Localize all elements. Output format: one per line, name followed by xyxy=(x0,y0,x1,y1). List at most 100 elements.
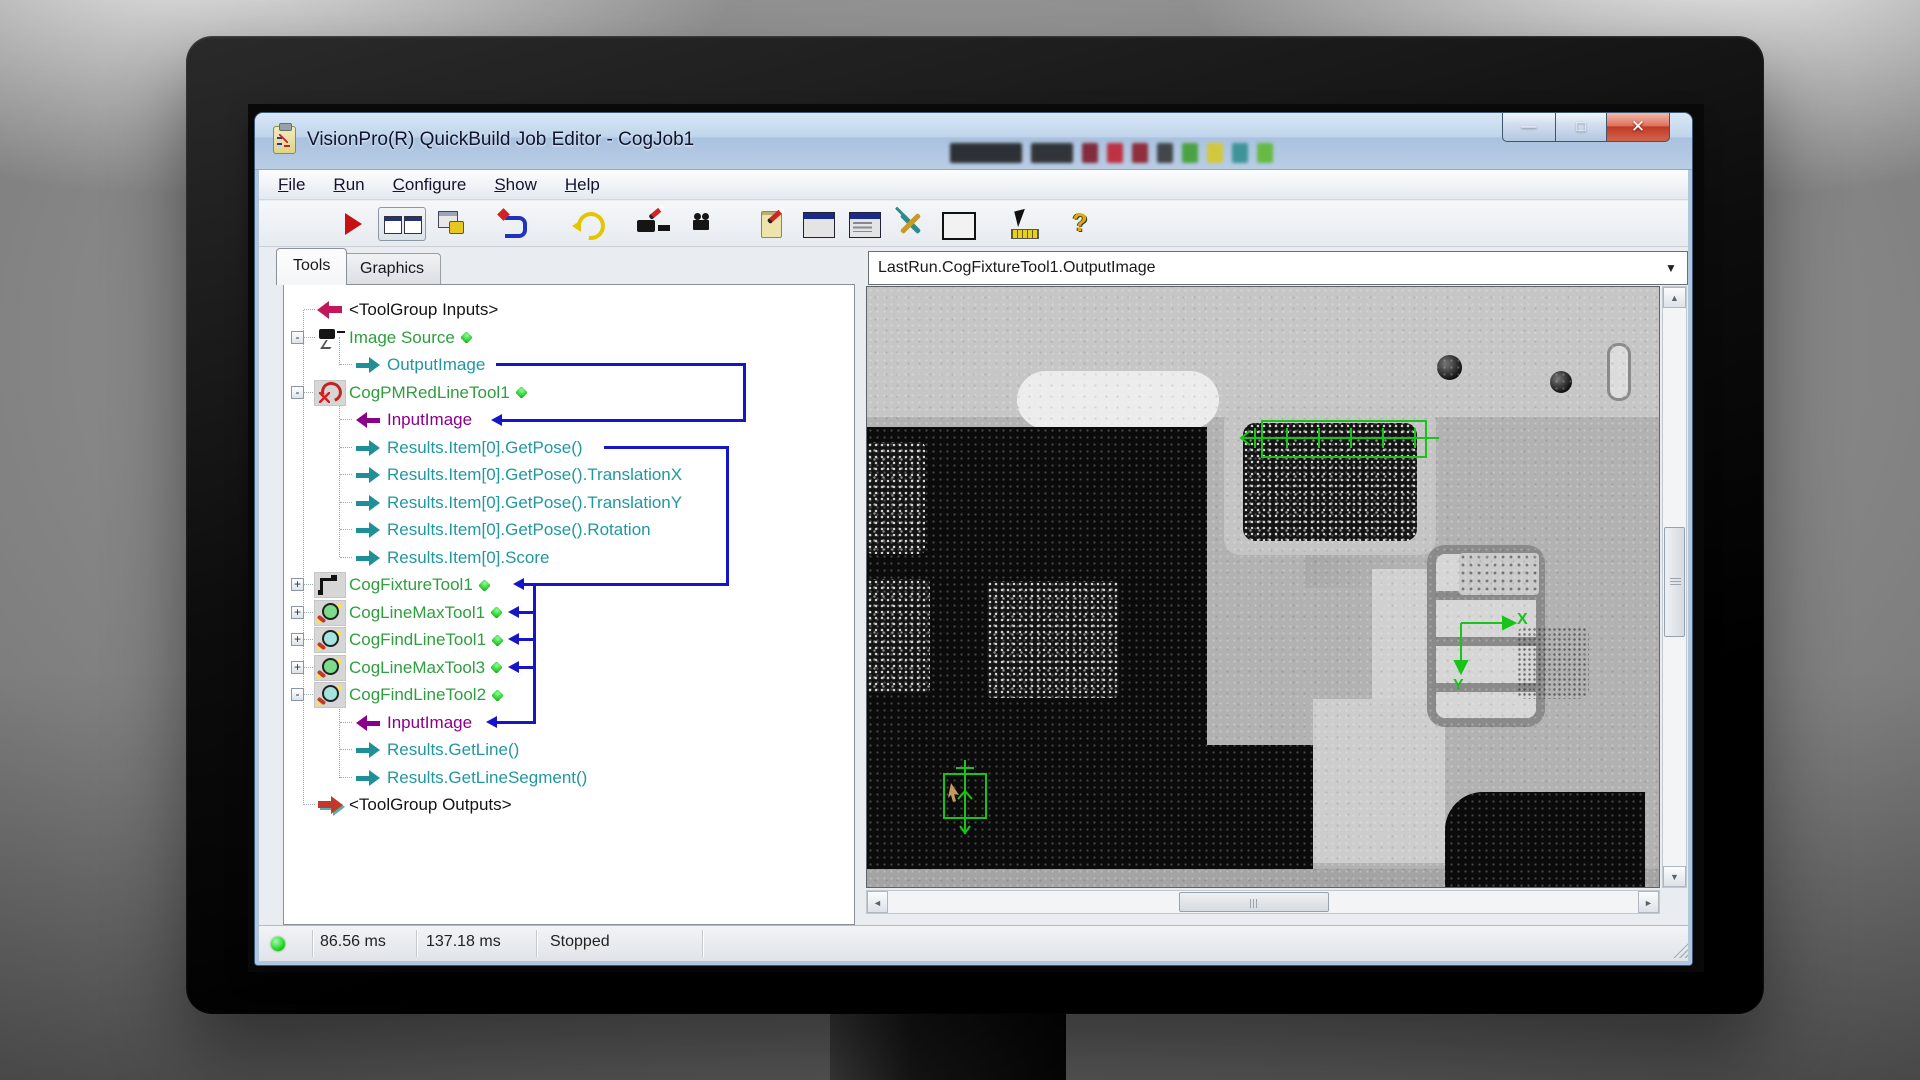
axis-y-label: Y xyxy=(1453,677,1464,695)
tree-item-results-item-0-getpose[interactable]: Results.Item[0].GetPose() xyxy=(284,434,854,462)
window-resize-grip[interactable] xyxy=(1673,943,1688,958)
close-button[interactable]: ✕ xyxy=(1606,113,1670,142)
port-in-icon xyxy=(353,408,383,432)
minimize-button[interactable]: — xyxy=(1502,113,1556,142)
total-time-status: 137.18 ms xyxy=(426,933,501,951)
tree-item-results-getline[interactable]: Results.GetLine() xyxy=(284,736,854,764)
title-bar[interactable]: VisionPro(R) QuickBuild Job Editor - Cog… xyxy=(255,113,1692,170)
tree-item-inputimage[interactable]: InputImage xyxy=(284,709,854,737)
expander-expand-box[interactable]: + xyxy=(291,661,304,674)
pmalign-icon xyxy=(315,381,345,405)
inspection-image-view[interactable]: X Y xyxy=(866,286,1660,888)
options-button[interactable] xyxy=(893,208,927,240)
tree-item-results-item-0-score[interactable]: Results.Item[0].Score xyxy=(284,544,854,572)
tree-item-results-item-0-getpose-translationx[interactable]: Results.Item[0].GetPose().TranslationX xyxy=(284,461,854,489)
image-black-blob xyxy=(1445,792,1645,888)
findline-icon xyxy=(315,628,345,652)
posted-items-button[interactable]: 123 xyxy=(801,208,835,240)
menu-item-run[interactable]: Run xyxy=(333,175,364,195)
scroll-down-button[interactable]: ▼ xyxy=(1663,866,1686,887)
menu-item-help[interactable]: Help xyxy=(565,175,600,195)
tree-item-label: Results.Item[0].GetPose().TranslationX xyxy=(387,465,682,485)
scroll-up-button[interactable]: ▲ xyxy=(1663,287,1686,308)
menu-item-file[interactable]: File xyxy=(278,175,305,195)
window-title: VisionPro(R) QuickBuild Job Editor - Cog… xyxy=(307,113,694,167)
run-state-status: Stopped xyxy=(550,933,610,951)
expander-expand-box[interactable]: + xyxy=(291,578,304,591)
debug-window-button[interactable]: DBG xyxy=(940,208,974,240)
tree-item-results-item-0-getpose-rotation[interactable]: Results.Item[0].GetPose().Rotation xyxy=(284,516,854,544)
menu-item-show[interactable]: Show xyxy=(494,175,537,195)
show-image-panes-button[interactable] xyxy=(378,207,426,241)
link-arrowhead xyxy=(508,633,519,645)
tree-item-results-getlinesegment[interactable]: Results.GetLineSegment() xyxy=(284,764,854,792)
port-out-icon xyxy=(353,518,383,542)
link-wire xyxy=(519,611,536,614)
expander-collapse-box[interactable]: - xyxy=(291,386,304,399)
menu-item-configure[interactable]: Configure xyxy=(393,175,467,195)
tool-tree[interactable]: <ToolGroup Inputs> - Image Source OutputIma… xyxy=(283,284,855,925)
maximize-button[interactable]: □ xyxy=(1556,113,1606,142)
horizontal-scrollbar[interactable]: ◄ ► xyxy=(866,890,1660,914)
link-arrowhead xyxy=(491,414,502,426)
tree-item-label: Results.GetLineSegment() xyxy=(387,768,587,788)
tree-item-coglinemaxtool1[interactable]: + CogLineMaxTool1 xyxy=(284,599,854,627)
tree-item-label: InputImage xyxy=(387,410,472,430)
port-out-icon xyxy=(353,738,383,762)
port-out-icon xyxy=(353,463,383,487)
tree-item-results-item-0-getpose-translationy[interactable]: Results.Item[0].GetPose().TranslationY xyxy=(284,489,854,517)
pointer-measure-button[interactable] xyxy=(1007,208,1041,240)
tree-item-label: Results.GetLine() xyxy=(387,740,519,760)
app-window: VisionPro(R) QuickBuild Job Editor - Cog… xyxy=(255,113,1692,965)
tab-tools[interactable]: Tools xyxy=(276,248,347,285)
reset-job-button[interactable] xyxy=(497,208,531,240)
tree-item-cogfindlinetool1[interactable]: +CogFindLineTool1 xyxy=(284,626,854,654)
vertical-scroll-thumb[interactable] xyxy=(1664,527,1685,637)
tab-graphics[interactable]: Graphics xyxy=(343,253,441,284)
scroll-right-button[interactable]: ► xyxy=(1638,891,1659,913)
edit-job-button[interactable] xyxy=(756,208,790,240)
chevron-down-icon[interactable]: ▼ xyxy=(1661,252,1681,284)
tree-item-label: Image Source xyxy=(349,328,455,348)
link-wire xyxy=(726,446,729,586)
setup-image-source-button[interactable] xyxy=(634,208,668,240)
help-button[interactable]: ? xyxy=(1063,208,1097,240)
tree-item-cogpmredlinetool1[interactable]: -CogPMRedLineTool1 xyxy=(284,379,854,407)
tree-item-cogfindlinetool2[interactable]: -CogFindLineTool2 xyxy=(284,681,854,709)
tree-item-label: CogLineMaxTool1 xyxy=(349,603,485,623)
vertical-scrollbar[interactable]: ▲ ▼ xyxy=(1662,286,1687,888)
tree-item-toolgroup-outputs[interactable]: <ToolGroup Outputs> xyxy=(284,791,854,819)
horizontal-scroll-thumb[interactable] xyxy=(1179,892,1329,912)
expander-collapse-box[interactable]: - xyxy=(291,331,304,344)
run-job-button[interactable] xyxy=(336,208,370,240)
expander-expand-box[interactable]: + xyxy=(291,633,304,646)
app-clipboard-icon xyxy=(273,126,296,154)
aero-glass-reflection xyxy=(950,143,1273,163)
display-image-selector[interactable]: LastRun.CogFixtureTool1.OutputImage ▼ xyxy=(868,251,1688,285)
link-wire xyxy=(743,363,746,422)
lock-windows-button[interactable] xyxy=(434,208,468,240)
tree-item-coglinemaxtool3[interactable]: + CogLineMaxTool3 xyxy=(284,654,854,682)
link-wire xyxy=(604,446,729,449)
job-comments-button[interactable] xyxy=(847,208,881,240)
link-wire xyxy=(496,363,746,366)
scroll-left-button[interactable]: ◄ xyxy=(867,891,888,913)
run-status-dot xyxy=(478,579,491,592)
tree-item-label: Results.Item[0].Score xyxy=(387,548,550,568)
expander-expand-box[interactable]: + xyxy=(291,606,304,619)
tree-item-label: CogLineMaxTool3 xyxy=(349,658,485,678)
acquire-image-button[interactable] xyxy=(687,208,721,240)
run-status-dot xyxy=(491,689,504,702)
link-wire xyxy=(502,419,746,422)
monitor-stand xyxy=(830,1010,1066,1080)
port-out-icon xyxy=(353,491,383,515)
group-in-icon xyxy=(315,298,345,322)
image-top-band xyxy=(867,287,1660,417)
tree-item-image-source[interactable]: - Image Source xyxy=(284,324,854,352)
expander-collapse-box[interactable]: - xyxy=(291,688,304,701)
tree-item-toolgroup-inputs[interactable]: <ToolGroup Inputs> xyxy=(284,296,854,324)
run-continuous-button[interactable] xyxy=(571,208,605,240)
run-status-led xyxy=(271,937,285,951)
tree-item-label: OutputImage xyxy=(387,355,485,375)
port-in-icon xyxy=(353,711,383,735)
